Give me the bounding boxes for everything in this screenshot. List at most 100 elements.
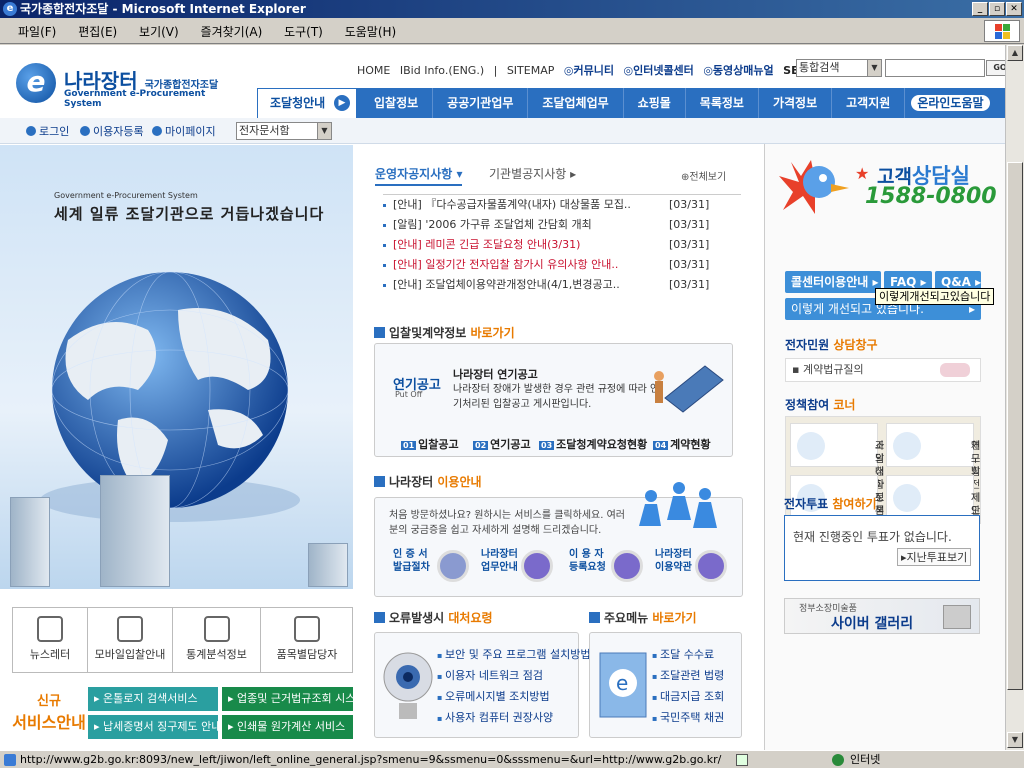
notice-row[interactable]: [안내] 레미콘 긴급 조달요청 안내(3/31) [03/31] — [383, 235, 741, 255]
nav-home-tab[interactable]: 조달청안내 ▶ — [257, 88, 357, 118]
menus-section-heading[interactable]: 주요메뉴 바로가기 — [589, 609, 697, 626]
menu-edit[interactable]: 편집(E) — [78, 23, 117, 40]
put-off-link[interactable]: 02 연기공고 — [473, 436, 531, 452]
error-link-messages[interactable]: 오류메시지별 조치방법 — [437, 687, 591, 708]
contract-status-link[interactable]: 04 계약현황 — [653, 436, 711, 452]
guide-section-heading[interactable]: 나라장터 이용안내 — [374, 473, 482, 490]
notice-row[interactable]: [안내] 일정기간 전자입찰 참가시 유의사항 안내.. [03/31] — [383, 255, 741, 275]
vertical-scrollbar[interactable]: ▲ ▼ — [1005, 45, 1024, 750]
sitemap-link[interactable]: SITEMAP — [507, 64, 555, 77]
scroll-up-icon[interactable]: ▲ — [1007, 45, 1023, 61]
contract-law-inquiry[interactable]: ▪ 계약법규질의 — [785, 358, 981, 382]
past-votes-button[interactable]: ▸지난투표보기 — [897, 548, 972, 566]
menu-file[interactable]: 파일(F) — [18, 23, 56, 40]
notice-row[interactable]: [안내] 『다수공급자물품계약(내자) 대상물품 모집.. [03/31] — [383, 195, 741, 215]
ie-icon: e — [3, 2, 17, 16]
book-icon[interactable] — [521, 550, 553, 582]
community-link[interactable]: ◎커뮤니티 — [564, 64, 620, 77]
errors-section-heading[interactable]: 오류발생시 대처요령 — [374, 609, 493, 626]
errors-list: 보안 및 주요 프로그램 설치방법 이용자 네트워크 점검 오류메시지별 조치방… — [437, 645, 591, 729]
error-link-specs[interactable]: 사용자 컴퓨터 권장사양 — [437, 708, 591, 729]
policy-research[interactable]: 제도발전 연 구 회 — [886, 423, 980, 491]
browser-window: e 국가종합전자조달 - Microsoft Internet Explorer… — [0, 0, 1024, 768]
item-manager-button[interactable]: 품목별담당자 — [261, 608, 353, 672]
page-content: e 나라장터 국가종합전자조달 Government e-Procurement… — [0, 45, 1005, 750]
guide-register-label[interactable]: 이 용 자 등록요청 — [569, 548, 606, 574]
close-button[interactable]: ✕ — [1006, 2, 1022, 16]
nav-bid-info[interactable]: 입찰정보 — [360, 88, 434, 118]
policy-dialogue[interactable]: 조달청장 과의대화 — [790, 423, 884, 491]
nav-customer-support[interactable]: 고객지원 — [832, 88, 906, 118]
nav-catalog[interactable]: 목록정보 — [686, 88, 759, 118]
menu-link-payment[interactable]: 대금지급 조회 — [652, 687, 724, 708]
minimize-button[interactable]: _ — [972, 2, 988, 16]
nav-public-agency[interactable]: 공공기관업무 — [433, 88, 529, 118]
mobile-bid-button[interactable]: 모바일입찰안내 — [88, 608, 173, 672]
menu-tools[interactable]: 도구(T) — [284, 23, 323, 40]
tab-agency-notice[interactable]: 기관별공지사항 ▸ — [489, 165, 576, 182]
chat-icon — [797, 432, 825, 460]
mobile-icon — [117, 616, 143, 642]
nav-supplier[interactable]: 조달업체업무 — [528, 88, 624, 118]
guide-work-label[interactable]: 나라장터 업무안내 — [481, 548, 518, 574]
cyber-gallery-banner[interactable]: 정부소장미술품 사이버 갤러리 — [784, 598, 980, 634]
bid-announce-link[interactable]: 01 입찰공고 — [401, 436, 459, 452]
bid-section-heading[interactable]: 입찰및계약정보 바로가기 — [374, 324, 515, 341]
mypage-icon — [152, 126, 162, 136]
terms-icon[interactable] — [695, 550, 727, 582]
contract-request-link[interactable]: 03 조달청계약요청현황 — [539, 436, 647, 452]
guide-terms-label[interactable]: 나라장터 이용약관 — [655, 548, 692, 574]
monitor-icon[interactable] — [437, 550, 469, 582]
register-link[interactable]: 이용자등록 — [80, 123, 144, 139]
nav-shopping-mall[interactable]: 쇼핑몰 — [624, 88, 686, 118]
error-link-network[interactable]: 이용자 네트워크 점검 — [437, 666, 591, 687]
star-icon: ★ — [855, 164, 870, 183]
notice-row[interactable]: [알림] '2006 가구류 조달업체 간담회 개최 [03/31] — [383, 215, 741, 235]
menu-help[interactable]: 도움말(H) — [345, 23, 397, 40]
search-go-button[interactable]: GO — [986, 60, 1005, 76]
scroll-down-icon[interactable]: ▼ — [1007, 732, 1023, 748]
menu-link-bond[interactable]: 국민주택 채권 — [652, 708, 724, 729]
menu-link-fee[interactable]: 조달 수수료 — [652, 645, 724, 666]
callcenter-link[interactable]: ◎인터넷콜센터 — [623, 64, 699, 77]
site-logo[interactable]: e 나라장터 국가종합전자조달 Government e-Procurement… — [16, 63, 226, 109]
menu-favorites[interactable]: 즐겨찾기(A) — [201, 23, 263, 40]
service-industry[interactable]: ▸ 업종및 근거법규조회 시스템 — [222, 687, 353, 711]
arrow-right-icon: ▶ — [334, 95, 350, 111]
scroll-thumb[interactable] — [1007, 162, 1023, 690]
document-box-select[interactable]: 전자문서함 ▼ — [236, 122, 332, 140]
tab-operator-notice[interactable]: 운영자공지사항 ▾ — [375, 165, 463, 186]
menu-bar: 파일(F) 편집(E) 보기(V) 즐겨찾기(A) 도구(T) 도움말(H) — [0, 18, 1024, 44]
menu-link-law[interactable]: 조달관련 법령 — [652, 666, 724, 687]
guide-cert-label[interactable]: 인 증 서 발급절차 — [393, 548, 430, 574]
service-tax-cert[interactable]: ▸ 납세증명서 징구제도 안내 — [88, 715, 218, 739]
statistics-button[interactable]: 통계분석정보 — [173, 608, 261, 672]
view-all-link[interactable]: ⊕전체보기 — [681, 168, 726, 183]
search-scope-select[interactable]: 통합검색 ▼ — [796, 59, 882, 77]
register-icon[interactable] — [611, 550, 643, 582]
status-url: http://www.g2b.go.kr:8093/new_left/jiwon… — [20, 753, 722, 766]
maximize-button[interactable]: ▫ — [989, 2, 1005, 16]
vote-empty-text: 현재 진행중인 투표가 없습니다. — [793, 530, 952, 544]
callcenter-guide-button[interactable]: 콜센터이용안내 ▸ — [785, 271, 881, 293]
login-link[interactable]: 로그인 — [26, 123, 69, 139]
new-services: 신규 서비스안내 ▸ 온톨로지 검색서비스 ▸ 업종및 근거법규조회 시스템 ▸ … — [12, 685, 353, 745]
video-manual-link[interactable]: ◎동영상매뉴얼 — [703, 64, 779, 77]
pen-icon — [940, 363, 970, 377]
error-link-install[interactable]: 보안 및 주요 프로그램 설치방법 — [437, 645, 591, 666]
menu-view[interactable]: 보기(V) — [139, 23, 179, 40]
ibid-link[interactable]: IBid Info.(ENG.) — [400, 64, 484, 77]
notice-row[interactable]: [안내] 조달업체이용약관개정안내(4/1,변경공고.. [03/31] — [383, 275, 741, 295]
logo-english: Government e-Procurement System — [64, 89, 206, 109]
service-print-cost[interactable]: ▸ 인쇄물 원가계산 서비스 — [222, 715, 353, 739]
service-ontology[interactable]: ▸ 온톨로지 검색서비스 — [88, 687, 218, 711]
nav-online-help[interactable]: 온라인도움말 — [911, 95, 990, 111]
policy-suggestion[interactable]: 제도개선제안마당 — [886, 475, 980, 543]
window-title: 국가종합전자조달 - Microsoft Internet Explorer — [20, 2, 306, 16]
internet-zone-icon — [832, 754, 844, 766]
nav-price-info[interactable]: 가격정보 — [759, 88, 833, 118]
mypage-link[interactable]: 마이페이지 — [152, 123, 216, 139]
newsletter-button[interactable]: 뉴스레터 — [13, 608, 88, 672]
search-input[interactable] — [885, 59, 985, 77]
home-link[interactable]: HOME — [357, 64, 390, 77]
